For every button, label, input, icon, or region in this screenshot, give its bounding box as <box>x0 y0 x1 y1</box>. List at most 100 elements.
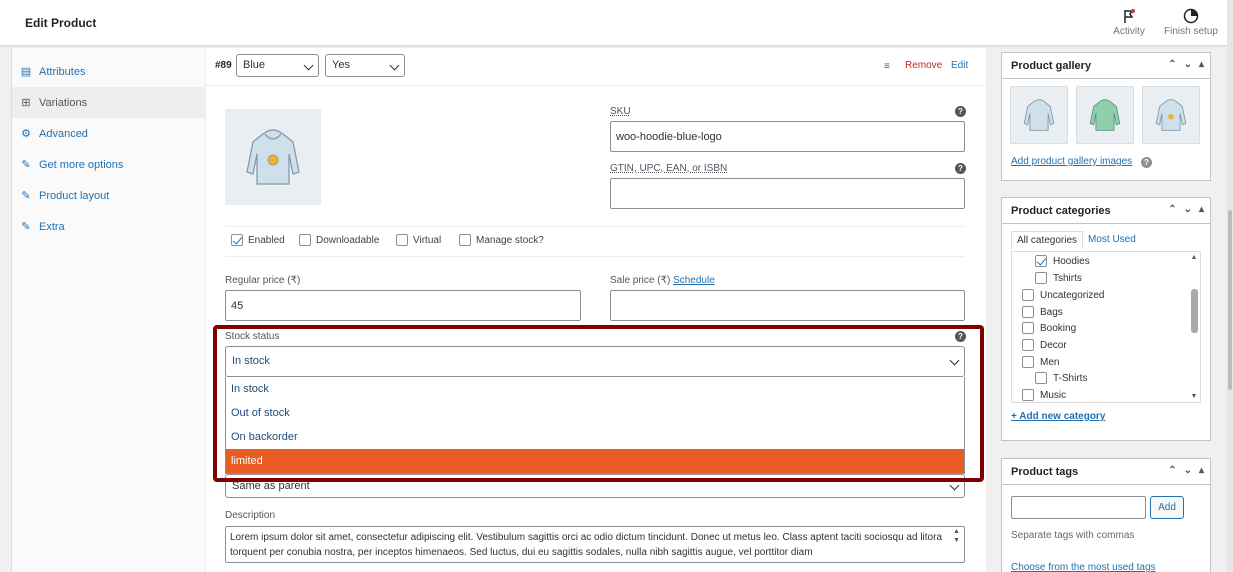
top-bar <box>0 0 1227 46</box>
textarea-scroll-arrows[interactable]: ▲ ▼ <box>953 527 960 545</box>
activity-button[interactable]: Activity <box>1110 8 1148 37</box>
category-item[interactable]: Bags <box>1022 306 1063 318</box>
checkbox[interactable] <box>299 234 311 246</box>
toggle-icon[interactable]: ▴ <box>1199 204 1204 215</box>
category-scrollbar[interactable]: ▲ ▼ <box>1188 254 1200 402</box>
divider <box>225 256 965 257</box>
page-title: Edit Product <box>25 16 97 30</box>
toggle-icon[interactable]: ▴ <box>1199 465 1204 476</box>
sale-price-input[interactable] <box>610 290 965 321</box>
scroll-thumb[interactable] <box>1190 289 1198 333</box>
category-checklist: Hoodies Tshirts Uncategorized Bags Booki… <box>1011 251 1201 403</box>
checkbox[interactable] <box>1022 356 1034 368</box>
category-item[interactable]: Tshirts <box>1035 272 1082 284</box>
checkbox[interactable] <box>396 234 408 246</box>
category-label: Tshirts <box>1053 272 1082 284</box>
checkbox[interactable] <box>1022 306 1034 318</box>
regular-price-input[interactable]: 45 <box>225 290 581 321</box>
category-label: Decor <box>1040 339 1067 351</box>
add-gallery-images-link[interactable]: Add product gallery images <box>1011 156 1132 167</box>
sidebar-item-label: Attributes <box>39 65 86 78</box>
box-header: Product tags ⌃ ⌄ ▴ <box>1002 459 1210 485</box>
description-textarea[interactable]: Lorem ipsum dolor sit amet, consectetur … <box>225 526 965 563</box>
variation-header <box>206 48 986 86</box>
category-item[interactable]: Decor <box>1022 339 1067 351</box>
checkbox[interactable] <box>1035 272 1047 284</box>
gallery-thumbnail[interactable] <box>1142 86 1200 144</box>
sidebar-item-get-more-options[interactable]: ✎ Get more options <box>12 149 206 180</box>
tab-all-categories[interactable]: All categories <box>1011 231 1084 249</box>
color-select[interactable]: Blue <box>236 54 319 77</box>
checkbox[interactable] <box>1022 389 1034 401</box>
gtin-input[interactable] <box>610 178 965 209</box>
edit-link[interactable]: Edit <box>951 60 968 71</box>
category-item[interactable]: T-Shirts <box>1035 372 1087 384</box>
toggle-icon[interactable]: ▴ <box>1199 59 1204 70</box>
checkbox[interactable] <box>1022 289 1034 301</box>
sidebar-item-product-layout[interactable]: ✎ Product layout <box>12 180 206 211</box>
help-icon: ? <box>1141 157 1152 168</box>
checkbox[interactable] <box>459 234 471 246</box>
page-scroll-thumb[interactable] <box>1228 210 1232 390</box>
sidebar-item-attributes[interactable]: ▤ Attributes <box>12 56 206 87</box>
sidebar-item-label: Get more options <box>39 158 124 171</box>
category-item[interactable]: Booking <box>1022 322 1076 334</box>
category-item[interactable]: Hoodies <box>1035 255 1090 267</box>
chevron-down-icon <box>389 60 400 71</box>
sidebar-item-extra[interactable]: ✎ Extra <box>12 211 206 242</box>
box-title: Product categories <box>1011 204 1111 217</box>
option-select-value: Yes <box>332 59 350 71</box>
checkbox[interactable] <box>1022 339 1034 351</box>
add-new-category-link[interactable]: + Add new category <box>1011 411 1105 422</box>
gallery-thumbnail[interactable] <box>1010 86 1068 144</box>
finish-setup-label: Finish setup <box>1164 26 1218 37</box>
move-down-icon[interactable]: ⌄ <box>1184 465 1192 476</box>
remove-link[interactable]: Remove <box>905 60 942 71</box>
downloadable-checkbox[interactable]: Downloadable <box>299 234 379 246</box>
scroll-up-icon[interactable]: ▲ <box>1188 254 1200 261</box>
checkbox-label: Enabled <box>248 234 285 246</box>
add-tag-button[interactable]: Add <box>1150 496 1184 519</box>
grid-icon: ⊞ <box>21 97 31 109</box>
checkbox[interactable] <box>231 234 243 246</box>
schedule-link[interactable]: Schedule <box>673 275 715 286</box>
category-label: Music <box>1040 389 1067 401</box>
move-up-icon[interactable]: ⌃ <box>1168 204 1176 215</box>
category-label: T-Shirts <box>1053 372 1088 384</box>
checkbox[interactable] <box>1035 255 1047 267</box>
box-header: Product categories ⌃ ⌄ ▴ <box>1002 198 1210 224</box>
category-item[interactable]: Music <box>1022 389 1066 401</box>
tab-most-used[interactable]: Most Used <box>1088 234 1136 245</box>
help-icon: ? <box>955 163 966 174</box>
manage-stock-checkbox[interactable]: Manage stock? <box>459 234 544 246</box>
sidebar-item-advanced[interactable]: ⚙ Advanced <box>12 118 206 149</box>
tags-hint: Separate tags with commas <box>1011 530 1135 541</box>
variation-image[interactable] <box>225 109 321 205</box>
gallery-thumbnail[interactable] <box>1076 86 1134 144</box>
scroll-down-icon[interactable]: ▼ <box>1188 393 1200 400</box>
plug-icon: ✎ <box>21 159 31 171</box>
sidebar-item-label: Variations <box>39 96 88 109</box>
finish-setup-button[interactable]: Finish setup <box>1162 8 1220 37</box>
move-down-icon[interactable]: ⌄ <box>1184 59 1192 70</box>
hoodie-image <box>1089 99 1121 131</box>
sku-input[interactable]: woo-hoodie-blue-logo <box>610 121 965 152</box>
virtual-checkbox[interactable]: Virtual <box>396 234 441 246</box>
checkbox[interactable] <box>1035 372 1047 384</box>
move-up-icon[interactable]: ⌃ <box>1168 465 1176 476</box>
category-item[interactable]: Uncategorized <box>1022 289 1104 301</box>
move-up-icon[interactable]: ⌃ <box>1168 59 1176 70</box>
drag-handle-icon[interactable]: ≡ <box>884 61 893 72</box>
sidebar-item-variations[interactable]: ⊞ Variations <box>12 87 206 118</box>
move-down-icon[interactable]: ⌄ <box>1184 204 1192 215</box>
checkbox[interactable] <box>1022 322 1034 334</box>
chevron-down-icon <box>949 480 960 491</box>
category-item[interactable]: Men <box>1022 356 1059 368</box>
color-select-value: Blue <box>243 59 266 71</box>
choose-most-used-tags-link[interactable]: Choose from the most used tags <box>1011 562 1156 572</box>
category-label: Booking <box>1040 322 1077 334</box>
tag-input[interactable] <box>1011 496 1146 519</box>
sidebar-item-label: Extra <box>39 220 65 233</box>
enabled-checkbox[interactable]: Enabled <box>231 234 285 246</box>
option-select[interactable]: Yes <box>325 54 405 77</box>
